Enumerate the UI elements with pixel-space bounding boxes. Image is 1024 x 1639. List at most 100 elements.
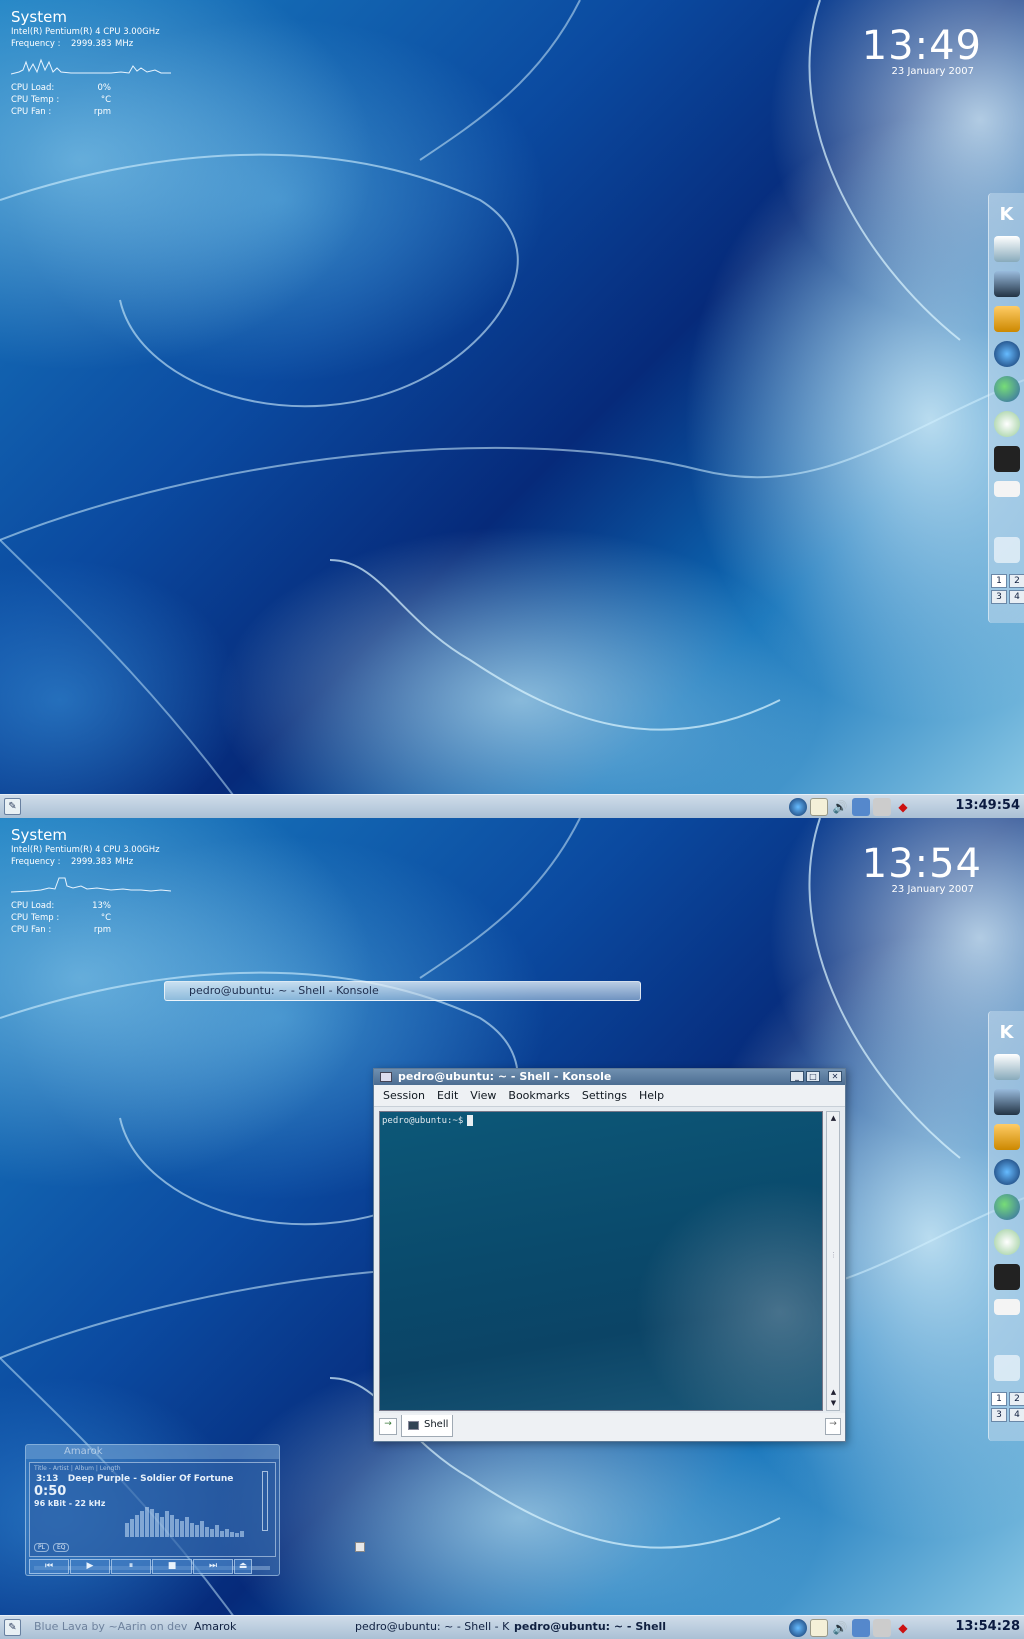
connection-icon[interactable] bbox=[852, 798, 870, 816]
task-button-konsole-1[interactable]: pedro@ubuntu: ~ - Shell - K bbox=[355, 1620, 509, 1633]
eject-button[interactable]: ⏏ bbox=[234, 1559, 252, 1574]
konsole-window: pedro@ubuntu: ~ - Shell - Konsole _ □ ✕ … bbox=[373, 1068, 846, 1442]
scroll-up-arrow-icon[interactable]: ▲ bbox=[828, 1113, 839, 1124]
scroll-grip-icon[interactable]: ⋮ bbox=[828, 1250, 839, 1261]
clipboard-icon[interactable] bbox=[810, 1619, 828, 1637]
desktop-screen-1: System Intel(R) Pentium(R) 4 CPU 3.00GHz… bbox=[0, 0, 1024, 818]
cpu-fan-unit: rpm bbox=[93, 107, 111, 117]
volume-icon[interactable]: 🔊 bbox=[831, 1619, 849, 1637]
cd-player-icon[interactable] bbox=[993, 1229, 1020, 1255]
pager-desktop-3[interactable]: 3 bbox=[991, 1408, 1007, 1422]
browser-icon[interactable] bbox=[993, 1159, 1020, 1185]
play-button[interactable]: ▶ bbox=[70, 1559, 110, 1574]
cpu-load-value: 13% bbox=[92, 901, 111, 911]
menu-bookmarks[interactable]: Bookmarks bbox=[503, 1089, 574, 1102]
analyzer-bar bbox=[190, 1523, 194, 1537]
tab-shell[interactable]: Shell bbox=[401, 1415, 453, 1437]
connection-icon[interactable] bbox=[852, 1619, 870, 1637]
desktop-icon[interactable] bbox=[993, 1054, 1020, 1080]
trash-icon[interactable] bbox=[993, 1355, 1020, 1381]
analyzer-bar bbox=[130, 1519, 134, 1537]
pager-desktop-2[interactable]: 2 bbox=[1009, 574, 1024, 588]
analyzer-bar bbox=[180, 1521, 184, 1537]
menu-session[interactable]: Session bbox=[378, 1089, 430, 1102]
text-editor-icon[interactable] bbox=[993, 306, 1020, 332]
terminal-icon[interactable] bbox=[993, 271, 1020, 297]
video-player-icon[interactable] bbox=[993, 1264, 1020, 1290]
network-icon[interactable] bbox=[789, 798, 807, 816]
amarok-player: Amarok Title - Artist | Album | Length 3… bbox=[25, 1444, 280, 1576]
amarok-titlebar[interactable]: Amarok bbox=[26, 1445, 279, 1459]
cpu-load-label: CPU Load: bbox=[11, 901, 55, 911]
stop-button[interactable]: ■ bbox=[152, 1559, 192, 1574]
sysmon-title: System bbox=[11, 8, 67, 26]
video-player-icon[interactable] bbox=[993, 446, 1020, 472]
terminal-scrollbar[interactable]: ▲ ⋮ ▲ ▼ bbox=[826, 1111, 840, 1411]
volume-slider[interactable] bbox=[262, 1471, 268, 1531]
analyzer-bar bbox=[200, 1521, 204, 1537]
kde-menu-icon[interactable]: K bbox=[994, 201, 1020, 227]
scroll-down-arrow-icon[interactable]: ▼ bbox=[828, 1398, 839, 1409]
cpu-model: Intel(R) Pentium(R) 4 CPU 3.00GHz bbox=[11, 27, 160, 37]
new-tab-button[interactable]: → bbox=[379, 1418, 397, 1435]
desktop-clock: 13:54 23 January 2007 bbox=[862, 842, 982, 895]
menu-settings[interactable]: Settings bbox=[577, 1089, 632, 1102]
kmenu-button[interactable]: ✎ bbox=[4, 798, 21, 815]
desktop-file-icon[interactable] bbox=[355, 1542, 365, 1552]
analyzer-bar bbox=[145, 1507, 149, 1537]
menu-help[interactable]: Help bbox=[634, 1089, 669, 1102]
task-button-konsole-2[interactable]: pedro@ubuntu: ~ - Shell bbox=[514, 1620, 666, 1633]
amarok-header: Title - Artist | Album | Length bbox=[34, 1465, 121, 1472]
network-icon[interactable] bbox=[789, 1619, 807, 1637]
clipboard-icon[interactable] bbox=[810, 798, 828, 816]
task-button-wallpaper[interactable]: Blue Lava by ~Aarin on dev bbox=[34, 1620, 187, 1633]
window-icon[interactable] bbox=[993, 481, 1020, 497]
frequency-label: Frequency : bbox=[11, 857, 61, 867]
maximize-button[interactable]: □ bbox=[806, 1071, 820, 1082]
ruby-icon[interactable]: ◆ bbox=[894, 798, 912, 816]
printer-icon[interactable] bbox=[873, 1619, 891, 1637]
messenger-icon[interactable] bbox=[993, 1194, 1020, 1220]
kmenu-button[interactable]: ✎ bbox=[4, 1619, 21, 1636]
frequency-unit: MHz bbox=[115, 39, 134, 49]
taskbar-clock[interactable]: 13:54:28 bbox=[955, 1619, 1020, 1634]
dragged-window-outline[interactable]: pedro@ubuntu: ~ - Shell - Konsole bbox=[164, 981, 641, 1001]
pager-desktop-1[interactable]: 1 bbox=[991, 1392, 1007, 1406]
terminal-icon[interactable] bbox=[993, 1089, 1020, 1115]
scroll-up-arrow-icon[interactable]: ▲ bbox=[828, 1387, 839, 1398]
pager-desktop-4[interactable]: 4 bbox=[1009, 590, 1024, 604]
taskbar-clock[interactable]: 13:49:54 bbox=[955, 798, 1020, 813]
cpu-fan-unit: rpm bbox=[93, 925, 111, 935]
close-button[interactable]: ✕ bbox=[828, 1071, 842, 1082]
kde-menu-icon[interactable]: K bbox=[994, 1019, 1020, 1045]
trash-icon[interactable] bbox=[993, 537, 1020, 563]
pager-desktop-4[interactable]: 4 bbox=[1009, 1408, 1024, 1422]
pause-button[interactable]: ⏸ bbox=[111, 1559, 151, 1574]
equalizer-button[interactable]: EQ bbox=[52, 1543, 70, 1552]
cd-player-icon[interactable] bbox=[993, 411, 1020, 437]
desktop-icon[interactable] bbox=[993, 236, 1020, 262]
konsole-app-icon[interactable] bbox=[380, 1072, 392, 1082]
printer-icon[interactable] bbox=[873, 798, 891, 816]
close-tab-button[interactable]: → bbox=[825, 1418, 841, 1435]
analyzer-bar bbox=[235, 1533, 239, 1537]
task-button-amarok[interactable]: Amarok bbox=[194, 1620, 236, 1633]
browser-icon[interactable] bbox=[993, 341, 1020, 367]
pager-desktop-3[interactable]: 3 bbox=[991, 590, 1007, 604]
previous-button[interactable]: ⏮ bbox=[29, 1559, 69, 1574]
playlist-button[interactable]: PL bbox=[34, 1543, 49, 1552]
messenger-icon[interactable] bbox=[993, 376, 1020, 402]
volume-icon[interactable]: 🔊 bbox=[831, 798, 849, 816]
frequency-row: Frequency : 2999.383 MHz bbox=[11, 856, 171, 868]
minimize-button[interactable]: _ bbox=[790, 1071, 804, 1082]
menu-view[interactable]: View bbox=[465, 1089, 501, 1102]
terminal-area[interactable]: pedro@ubuntu:~$ bbox=[379, 1111, 823, 1411]
konsole-titlebar[interactable]: pedro@ubuntu: ~ - Shell - Konsole _ □ ✕ bbox=[374, 1069, 845, 1085]
window-icon[interactable] bbox=[993, 1299, 1020, 1315]
next-button[interactable]: ⏭ bbox=[193, 1559, 233, 1574]
pager-desktop-1[interactable]: 1 bbox=[991, 574, 1007, 588]
pager-desktop-2[interactable]: 2 bbox=[1009, 1392, 1024, 1406]
text-editor-icon[interactable] bbox=[993, 1124, 1020, 1150]
menu-edit[interactable]: Edit bbox=[432, 1089, 463, 1102]
ruby-icon[interactable]: ◆ bbox=[894, 1619, 912, 1637]
